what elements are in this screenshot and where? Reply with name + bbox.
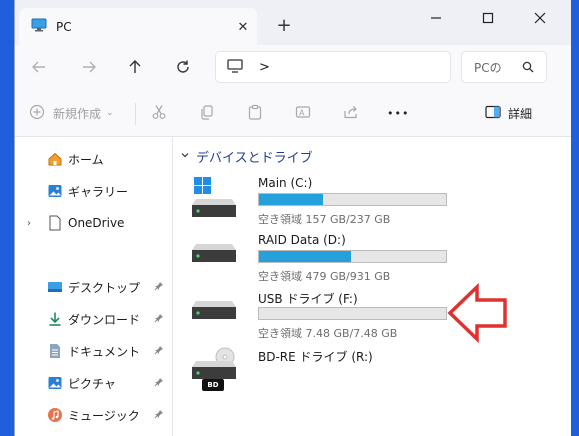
close-window-button[interactable]	[523, 6, 557, 30]
nav-item-label: ピクチャ	[68, 376, 116, 391]
new-button[interactable]: 新規作成 ⌄	[29, 102, 114, 124]
clipboard-icon	[247, 104, 263, 123]
svg-text:A: A	[299, 108, 305, 117]
nav-item-label: ホーム	[68, 152, 104, 167]
nav-item-gallery[interactable]: ギャラリー	[15, 177, 173, 205]
onedrive-icon	[46, 214, 64, 232]
divider	[135, 103, 136, 125]
nav-item-desktop[interactable]: デスクトップ	[15, 273, 173, 301]
download-icon	[46, 310, 64, 328]
windows-drive-icon	[192, 175, 238, 221]
copy-button[interactable]	[199, 102, 215, 124]
breadcrumb-chevron[interactable]: >	[259, 60, 270, 75]
address-bar[interactable]: >	[215, 51, 451, 83]
scissors-icon	[151, 104, 167, 123]
group-title: デバイスとドライブ	[196, 151, 313, 166]
optical-drive-icon: BD	[192, 347, 238, 393]
nav-item-label: ドキュメント	[68, 344, 141, 359]
details-pane-icon	[485, 105, 501, 122]
nav-item-label: デスクトップ	[68, 280, 141, 295]
nav-item-onedrive[interactable]: › OneDrive	[15, 209, 173, 237]
bd-badge: BD	[207, 381, 219, 389]
navigation-bar: > PCの	[15, 45, 571, 89]
rename-icon: A	[295, 104, 311, 123]
drive-item-c[interactable]: Main (C:) 空き領域 157 GB/237 GB	[192, 175, 571, 231]
share-button[interactable]	[343, 102, 359, 124]
drive-name: Main (C:)	[258, 176, 313, 190]
nav-item-music[interactable]: ミュージック	[15, 401, 173, 429]
minimize-button[interactable]	[419, 6, 453, 30]
search-box[interactable]: PCの	[461, 51, 547, 83]
documents-icon	[46, 342, 64, 360]
back-arrow-icon[interactable]	[25, 53, 53, 81]
pin-icon[interactable]	[154, 345, 164, 358]
drive-item-d[interactable]: RAID Data (D:) 空き領域 479 GB/931 GB	[192, 232, 571, 288]
drive-usage-fill	[259, 251, 351, 262]
home-icon	[46, 150, 64, 168]
drive-usage-bar	[258, 307, 447, 320]
copy-icon	[199, 104, 215, 123]
nav-item-pictures[interactable]: ピクチャ	[15, 369, 173, 397]
desktop-folder-icon	[46, 278, 64, 296]
rename-button[interactable]: A	[295, 102, 311, 124]
hard-drive-icon	[192, 232, 238, 278]
music-icon	[46, 406, 64, 424]
details-label: 詳細	[508, 106, 533, 121]
new-button-label: 新規作成	[53, 106, 102, 121]
maximize-button[interactable]	[471, 6, 505, 30]
drive-name: USB ドライブ (F:)	[258, 292, 358, 306]
drive-item-f[interactable]: USB ドライブ (F:) 空き領域 7.48 GB/7.48 GB	[192, 289, 571, 345]
pictures-icon	[46, 374, 64, 392]
new-tab-button[interactable]: +	[272, 13, 296, 37]
drive-name: RAID Data (D:)	[258, 233, 346, 247]
drive-name: BD-RE ドライブ (R:)	[258, 350, 373, 364]
drive-free-space: 空き領域 479 GB/931 GB	[258, 270, 391, 283]
nav-item-label: ギャラリー	[68, 184, 129, 199]
pin-icon[interactable]	[154, 377, 164, 390]
nav-item-documents[interactable]: ドキュメント	[15, 337, 173, 365]
drive-free-space: 空き領域 157 GB/237 GB	[258, 213, 391, 226]
drive-free-space: 空き領域 7.48 GB/7.48 GB	[258, 327, 398, 340]
tab-pc[interactable]: PC ✕	[19, 8, 257, 45]
gallery-icon	[46, 182, 64, 200]
up-arrow-icon[interactable]	[121, 53, 149, 81]
tab-title: PC	[56, 19, 72, 34]
paste-button[interactable]	[247, 102, 263, 124]
navigation-pane: ホーム ギャラリー › OneDrive デスクトップ ダウンロード ドキュメン…	[15, 137, 173, 436]
usb-drive-icon	[192, 289, 238, 335]
chevron-right-icon[interactable]: ›	[27, 218, 31, 229]
drive-usage-bar	[258, 193, 447, 206]
drive-item-r[interactable]: BD BD-RE ドライブ (R:)	[192, 347, 571, 403]
nav-item-label: OneDrive	[68, 216, 125, 230]
command-bar: 新規作成 ⌄ A ••• 詳細	[15, 89, 571, 137]
forward-arrow-icon[interactable]	[75, 53, 103, 81]
plus-circle-icon	[29, 104, 45, 123]
more-options-button[interactable]: •••	[387, 102, 409, 124]
pin-icon[interactable]	[154, 313, 164, 326]
drive-usage-bar	[258, 250, 447, 263]
pin-icon[interactable]	[154, 409, 164, 422]
computer-icon	[31, 18, 47, 35]
content-pane: デバイスとドライブ Main (C:) 空き領域 157 GB/237 GB R…	[174, 137, 571, 436]
share-icon	[343, 104, 359, 123]
chevron-down-icon: ⌄	[106, 108, 114, 118]
nav-item-label: ダウンロード	[68, 312, 141, 327]
nav-item-downloads[interactable]: ダウンロード	[15, 305, 173, 333]
nav-item-label: ミュージック	[68, 408, 140, 423]
monitor-icon	[227, 58, 243, 76]
pin-icon[interactable]	[154, 281, 164, 294]
tab-bar: PC ✕ +	[15, 0, 571, 45]
cut-button[interactable]	[151, 102, 167, 124]
annotation-arrow-icon	[447, 282, 509, 346]
chevron-down-icon	[180, 149, 190, 164]
file-explorer-window: PC ✕ + > PCの 新規作成 ⌄ A ••• 詳細 ホーム ギャラリー ›…	[14, 0, 571, 436]
group-header-devices[interactable]: デバイスとドライブ	[180, 147, 313, 166]
details-button[interactable]: 詳細	[485, 102, 532, 124]
drive-usage-fill	[259, 194, 323, 205]
nav-item-home[interactable]: ホーム	[15, 145, 173, 173]
tab-close-icon[interactable]: ✕	[233, 17, 253, 37]
search-icon	[522, 61, 534, 76]
refresh-icon[interactable]	[169, 53, 197, 81]
search-placeholder: PCの	[474, 60, 502, 75]
